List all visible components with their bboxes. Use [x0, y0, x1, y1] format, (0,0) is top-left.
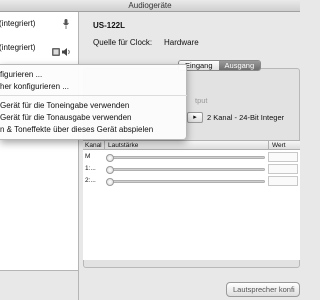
menu-item-play-sound-effects[interactable]: n & Toneffekte über dieses Gerät abspiel…: [0, 124, 187, 135]
menu-separator: [0, 95, 187, 96]
channel-label: 1:...: [85, 165, 96, 172]
configure-speakers-button[interactable]: Lautsprecher konfi: [226, 282, 300, 297]
slider-knob[interactable]: [106, 178, 114, 186]
menu-item-configure-other[interactable]: her konfigurieren ...: [0, 81, 187, 92]
volume-slider[interactable]: [106, 166, 265, 174]
tab-output[interactable]: Ausgang: [218, 61, 261, 70]
context-menu: figurieren ... her konfigurieren ... Ger…: [0, 64, 187, 140]
slider-knob[interactable]: [106, 166, 114, 174]
volume-table: Kanal Lautstärke Wert M 1:... 2:...: [83, 140, 300, 260]
format-value[interactable]: 2 Kanal - 24-Bit Integer: [207, 113, 284, 122]
table-row: 1:...: [83, 163, 300, 175]
device-list[interactable]: (integriert) (integriert): [0, 12, 79, 270]
device-name: US-122L: [93, 21, 126, 30]
column-header-value[interactable]: Wert: [268, 141, 286, 150]
clock-source-value: Hardware: [164, 38, 199, 47]
value-field[interactable]: [268, 176, 298, 186]
io-tabs: Eingang Ausgang: [178, 60, 262, 71]
volume-slider[interactable]: [106, 178, 265, 186]
table-row: M: [83, 151, 300, 163]
clock-source-label: Quelle für Clock:: [93, 38, 153, 47]
device-label: (integriert): [0, 19, 36, 28]
slider-knob[interactable]: [106, 154, 114, 162]
device-row-input[interactable]: (integriert): [0, 12, 79, 36]
finder-icon: [52, 48, 60, 58]
window-title: Audiogeräte: [0, 0, 300, 12]
microphone-icon: [63, 19, 69, 31]
column-header-channel[interactable]: Kanal: [85, 141, 102, 150]
table-row: 2:...: [83, 175, 300, 187]
channel-label: M: [85, 153, 91, 160]
value-field[interactable]: [268, 164, 298, 174]
menu-item-use-for-input[interactable]: Gerät für die Toneingabe verwenden: [0, 100, 187, 111]
column-header-volume[interactable]: Lautstärke: [104, 141, 138, 150]
menu-item-use-for-output[interactable]: Gerät für die Tonausgabe verwenden: [0, 112, 187, 123]
format-label: tput: [195, 96, 208, 105]
sidebar-toolbar: [0, 270, 79, 300]
format-popup-button[interactable]: ▸: [187, 112, 203, 123]
value-field[interactable]: [268, 152, 298, 162]
channel-label: 2:...: [85, 177, 96, 184]
device-row-icons: [0, 48, 79, 62]
speaker-icon: [62, 48, 72, 58]
volume-slider[interactable]: [106, 154, 265, 162]
menu-item-configure-device[interactable]: figurieren ...: [0, 69, 187, 80]
volume-table-header: Kanal Lautstärke Wert: [83, 141, 300, 150]
